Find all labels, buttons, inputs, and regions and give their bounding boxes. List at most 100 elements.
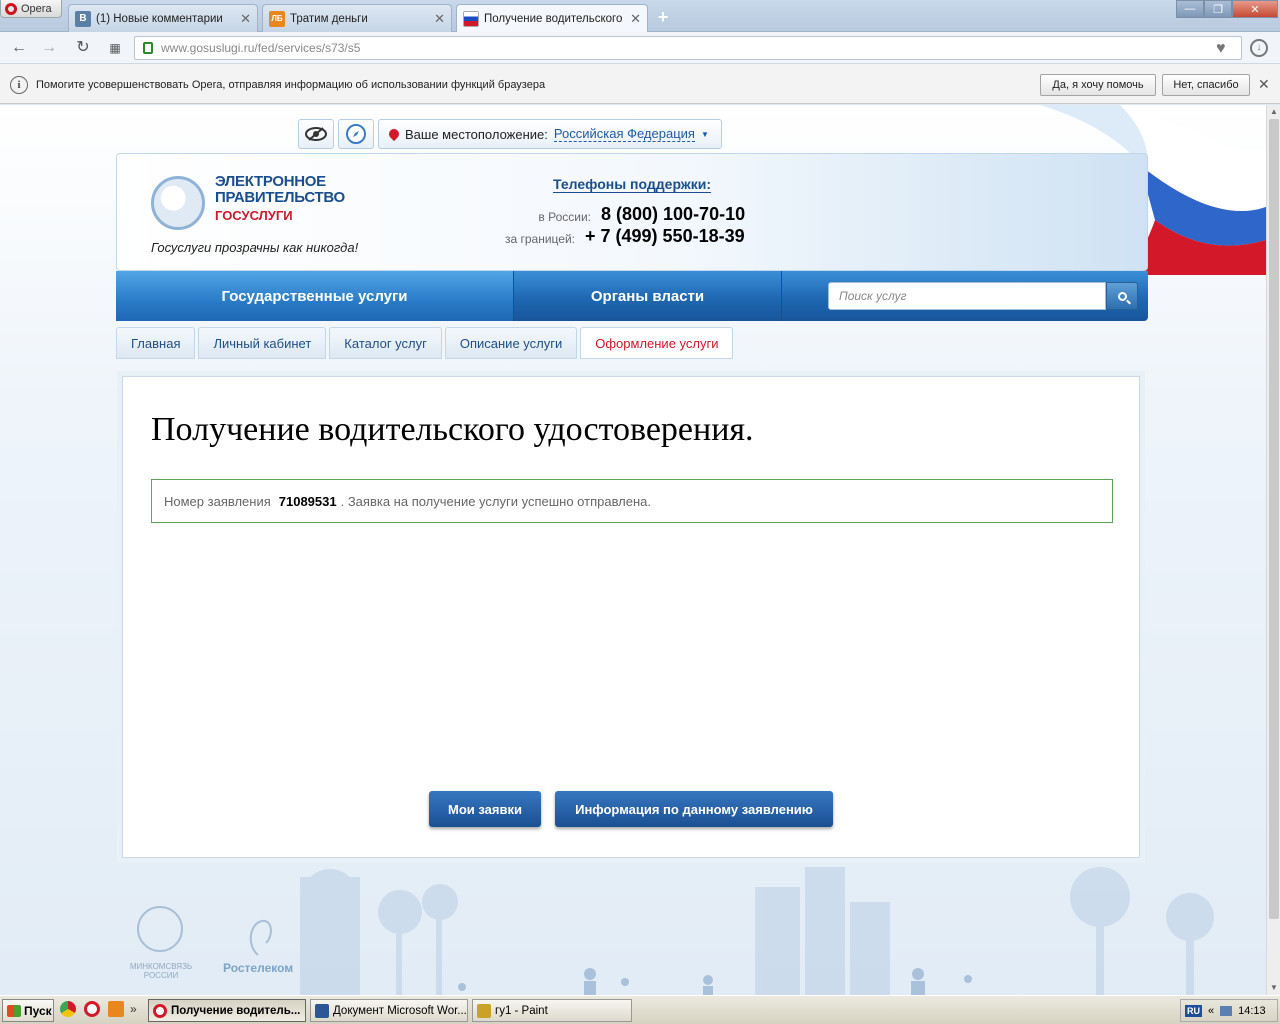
request-number: 71089531	[278, 493, 337, 509]
location-pin-icon	[386, 126, 402, 142]
word-task-icon	[315, 1003, 329, 1018]
reload-icon[interactable]: ↻	[72, 38, 94, 58]
forward-arrow-icon[interactable]: →	[38, 38, 60, 58]
web-page: Ваше местоположение: Российская Федераци…	[0, 105, 1266, 995]
speed-dial-grid-icon[interactable]: ▦	[104, 38, 126, 58]
app-quicklaunch-icon[interactable]	[108, 1001, 124, 1017]
service-search-input[interactable]: Поиск услуг	[828, 282, 1106, 310]
bookmark-heart-icon[interactable]: ♥	[1216, 40, 1226, 58]
search-button[interactable]	[1106, 282, 1138, 310]
phone-russia-label: в России:	[538, 210, 591, 224]
browser-tab-gosuslugi[interactable]: Получение водительского ✕	[456, 4, 648, 33]
opera-logo-icon	[5, 2, 17, 15]
language-indicator[interactable]: RU	[1185, 1004, 1202, 1017]
maximize-window-icon[interactable]: ❐	[1204, 0, 1232, 18]
browser-tab-bar: Opera В (1) Новые комментарии ✕ ЛБ Трати…	[0, 0, 1280, 33]
task-label: Документ Microsoft Wor...	[333, 1004, 467, 1017]
low-vision-eye-icon[interactable]	[298, 119, 334, 149]
rostelecom-logo[interactable]: Ростелеком	[223, 961, 293, 975]
scroll-up-arrow-icon[interactable]: ▲	[1267, 105, 1280, 119]
accessibility-toolbar: Ваше местоположение: Российская Федераци…	[298, 119, 722, 149]
opera-menu-button[interactable]: Opera	[0, 0, 62, 18]
accept-help-button[interactable]: Да, я хочу помочь	[1040, 74, 1156, 96]
opera-info-bar: i Помогите усовершенствовать Opera, отпр…	[0, 64, 1280, 104]
page-scrollbar[interactable]: ▲ ▼	[1266, 105, 1280, 995]
opera-quicklaunch-icon[interactable]	[84, 1001, 100, 1017]
browser-tab-vk[interactable]: В (1) Новые комментарии ✕	[68, 4, 258, 32]
close-info-bar-icon[interactable]: ✕	[1258, 76, 1270, 93]
task-button-paint[interactable]: гу1 - Paint	[472, 999, 632, 1022]
task-button-word[interactable]: Документ Microsoft Wor...	[310, 999, 468, 1022]
start-button[interactable]: Пуск	[2, 999, 54, 1022]
new-tab-plus-icon[interactable]: +	[652, 6, 674, 28]
vk-favicon-icon: В	[75, 10, 91, 27]
decline-help-button[interactable]: Нет, спасибо	[1162, 74, 1250, 96]
task-button-browser[interactable]: Получение водитель...	[148, 999, 306, 1022]
logo-title[interactable]: ЭЛЕКТРОННОЕ ПРАВИТЕЛЬСТВО	[215, 174, 345, 206]
breadcrumb-home[interactable]: Главная	[116, 327, 196, 359]
paint-task-icon	[477, 1003, 491, 1018]
compass-icon[interactable]	[338, 119, 374, 149]
tab-close-icon[interactable]: ✕	[240, 11, 251, 27]
show-more-arrows-icon[interactable]: »	[130, 1001, 146, 1017]
nav-tab-authorities[interactable]: Органы власти	[514, 271, 782, 321]
russian-flag-favicon-icon	[463, 11, 479, 27]
breadcrumb-description[interactable]: Описание услуги	[444, 327, 578, 359]
success-message: Номер заявления 71089531 . Заявка на пол…	[151, 479, 1113, 523]
phone-abroad-number: + 7 (499) 550-18-39	[585, 226, 745, 246]
message-suffix: . Заявка на получение услуги успешно отп…	[340, 493, 652, 509]
chrome-quicklaunch-icon[interactable]	[60, 1001, 76, 1017]
tab-label: Тратим деньги	[290, 12, 368, 25]
phone-abroad-label: за границей:	[504, 232, 575, 246]
tab-label: Получение водительского	[484, 13, 623, 25]
info-icon: i	[10, 76, 28, 94]
page-title: Получение водительского удостоверения.	[151, 411, 754, 448]
blog-favicon-icon: ЛБ	[269, 10, 285, 27]
windows-taskbar: Пуск » Получение водитель... Документ Mi…	[0, 995, 1280, 1024]
system-tray: RU « 14:13	[1180, 999, 1278, 1022]
ministry-logo[interactable]: МИНКОМСВЯЗЬ РОССИИ	[126, 962, 196, 980]
scroll-down-arrow-icon[interactable]: ▼	[1267, 981, 1280, 995]
clock: 14:13	[1238, 1004, 1266, 1017]
search-icon	[1117, 291, 1127, 301]
tab-label: (1) Новые комментарии	[96, 12, 223, 25]
url-field[interactable]: www.gosuslugi.ru/fed/services/s73/s5	[134, 36, 1242, 60]
downloads-icon[interactable]: ↓	[1250, 39, 1268, 57]
secure-lock-icon	[143, 42, 153, 54]
task-label: гу1 - Paint	[495, 1004, 548, 1017]
minimize-window-icon[interactable]: —	[1176, 0, 1204, 18]
logo-subtitle: ГОСУСЛУГИ	[215, 208, 293, 223]
close-window-icon[interactable]: ✕	[1232, 0, 1278, 18]
gosuslugi-logo-icon[interactable]	[151, 176, 205, 230]
message-prefix: Номер заявления	[164, 493, 271, 509]
back-arrow-icon[interactable]: ←	[8, 38, 30, 58]
site-header: ЭЛЕКТРОННОЕ ПРАВИТЕЛЬСТВО ГОСУСЛУГИ Госу…	[116, 153, 1148, 271]
tab-close-icon[interactable]: ✕	[630, 11, 641, 27]
phone-russia-number: 8 (800) 100-70-10	[601, 204, 746, 224]
chevron-down-icon: ▼	[700, 129, 709, 139]
tray-expand-icon[interactable]: «	[1208, 1005, 1214, 1017]
browser-tab-money[interactable]: ЛБ Тратим деньги ✕	[262, 4, 452, 32]
my-requests-button[interactable]: Мои заявки	[429, 791, 541, 827]
opera-task-icon	[153, 1003, 167, 1018]
start-label: Пуск	[24, 1003, 52, 1018]
task-label: Получение водитель...	[171, 1004, 301, 1017]
tab-close-icon[interactable]: ✕	[434, 11, 445, 27]
location-label: Ваше местоположение:	[405, 126, 548, 142]
breadcrumb-catalog[interactable]: Каталог услуг	[329, 327, 442, 359]
location-value[interactable]: Российская Федерация	[553, 126, 695, 142]
site-slogan: Госуслуги прозрачны как никогда!	[151, 240, 359, 255]
main-content-panel: Получение водительского удостоверения. Н…	[122, 376, 1140, 858]
network-icon[interactable]	[1220, 1005, 1233, 1016]
location-selector[interactable]: Ваше местоположение: Российская Федераци…	[378, 119, 722, 149]
info-bar-text: Помогите усовершенствовать Opera, отправ…	[36, 79, 546, 91]
url-host: www.gosuslugi.ru	[161, 41, 255, 55]
browser-address-bar: ← → ↻ ▦ www.gosuslugi.ru/fed/services/s7…	[0, 32, 1280, 64]
nav-tab-services[interactable]: Государственные услуги	[116, 271, 514, 321]
url-path: /fed/services/s73/s5	[254, 41, 361, 55]
breadcrumb-account[interactable]: Личный кабинет	[198, 327, 327, 359]
scrollbar-thumb[interactable]	[1269, 119, 1279, 919]
main-navigation: Государственные услуги Органы власти Пои…	[116, 271, 1148, 321]
request-info-button[interactable]: Информация по данному заявлению	[555, 791, 833, 827]
support-phones-link[interactable]: Телефоны поддержки:	[553, 176, 712, 193]
